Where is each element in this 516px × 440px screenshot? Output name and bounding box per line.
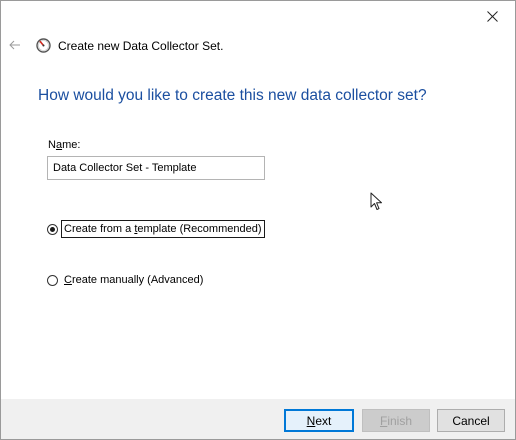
performance-monitor-icon [36,38,51,53]
page-heading: How would you like to create this new da… [38,87,427,104]
wizard-window: Create new Data Collector Set. How would… [0,0,516,440]
back-button[interactable] [7,38,23,52]
radio-create-manually[interactable]: Create manually (Advanced) [47,271,206,289]
mouse-pointer-icon [370,192,382,210]
next-button[interactable]: Next [284,409,354,432]
radio-label-template[interactable]: Create from a template (Recommended) [61,220,265,238]
close-icon [486,10,498,22]
name-input[interactable] [47,156,265,180]
cancel-button[interactable]: Cancel [437,409,505,432]
finish-button[interactable]: Finish [362,409,430,432]
radio-label-manual[interactable]: Create manually (Advanced) [61,271,206,289]
radio-button-unselected[interactable] [47,274,58,286]
name-label: Name: [48,139,81,151]
back-arrow-icon [9,40,20,50]
radio-create-from-template[interactable]: Create from a template (Recommended) [47,220,265,238]
radio-button-selected[interactable] [47,223,58,235]
close-button[interactable] [479,5,505,27]
window-title: Create new Data Collector Set. [58,39,224,53]
